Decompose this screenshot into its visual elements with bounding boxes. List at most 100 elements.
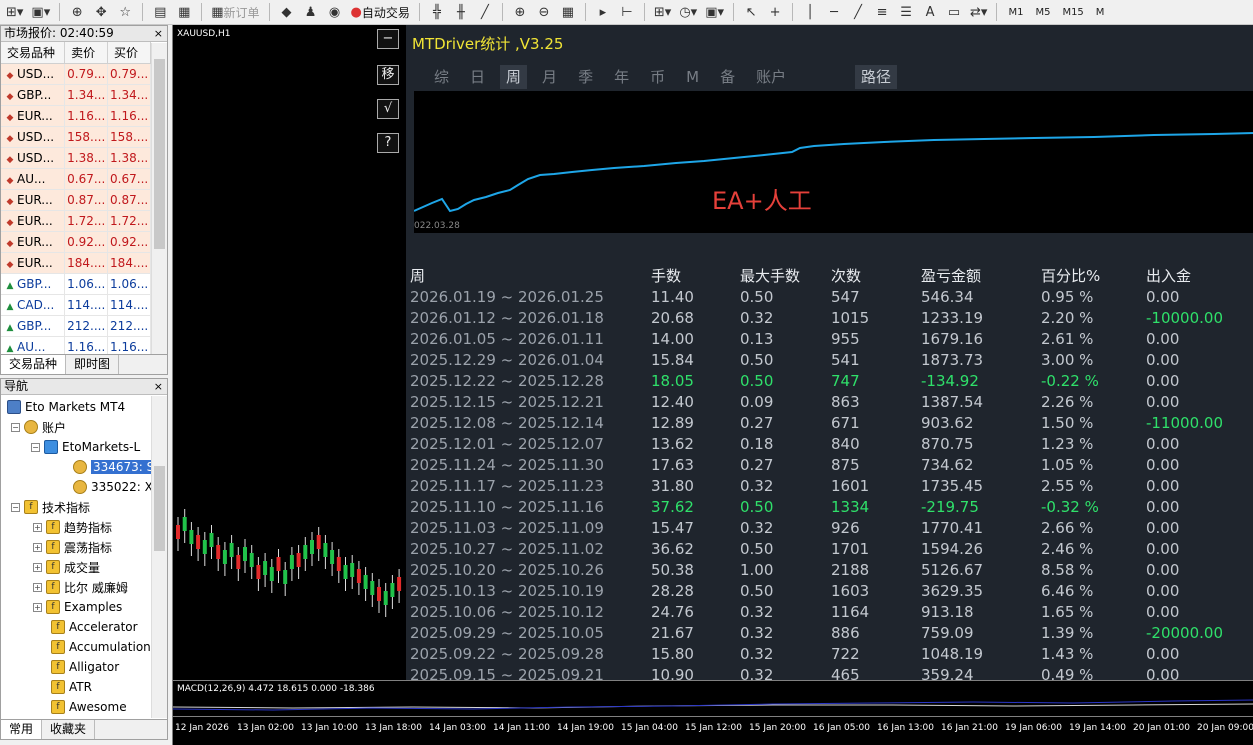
- nav-server[interactable]: − EtoMarkets-L: [31, 437, 140, 457]
- table-row[interactable]: 2026.01.19 ~ 2026.01.25 11.40 0.50 547 546.3…: [410, 286, 1253, 307]
- signals-icon[interactable]: ◉: [325, 2, 345, 22]
- new-order-button[interactable]: ▦ 新订单: [209, 2, 261, 22]
- equidistant-channel-icon[interactable]: ≡: [872, 2, 892, 22]
- table-row[interactable]: 2025.12.29 ~ 2026.01.04 15.84 0.50 541 1873.…: [410, 349, 1253, 370]
- chart-shift-icon[interactable]: ⊢: [617, 2, 637, 22]
- close-icon[interactable]: ×: [154, 379, 167, 394]
- nav-group-bill-williams[interactable]: + f 比尔 威廉姆: [33, 577, 128, 597]
- table-row[interactable]: 2025.10.06 ~ 2025.10.12 24.76 0.32 1164 913.…: [410, 601, 1253, 622]
- auto-trading-button[interactable]: ● 自动交易: [349, 2, 412, 22]
- nav-group-oscillators[interactable]: + f 震荡指标: [33, 537, 112, 557]
- market-watch-row[interactable]: ◆ USD... 1.38... 1.38...: [1, 147, 151, 169]
- table-row[interactable]: 2025.11.24 ~ 2025.11.30 17.63 0.27 875 734.6…: [410, 454, 1253, 475]
- nav-account-1[interactable]: 334673: S: [73, 457, 157, 477]
- collapse-icon[interactable]: −: [11, 502, 20, 512]
- column-header-bid[interactable]: 卖价: [64, 42, 109, 64]
- tab-symbols[interactable]: 交易品种: [1, 355, 67, 374]
- tile-windows-icon[interactable]: ▦: [558, 2, 578, 22]
- vertical-line-icon[interactable]: │: [800, 2, 820, 22]
- table-row[interactable]: 2025.10.20 ~ 2025.10.26 50.38 1.00 2188 5126…: [410, 559, 1253, 580]
- metaeditor-icon[interactable]: ◆: [277, 2, 297, 22]
- column-header-symbol[interactable]: 交易品种: [1, 42, 66, 64]
- strategy-tester-icon[interactable]: ▦: [174, 2, 194, 22]
- tab-notes[interactable]: 备: [714, 65, 741, 89]
- templates-icon[interactable]: ▣▾: [703, 2, 726, 22]
- tab-account[interactable]: 账户: [750, 65, 792, 89]
- col-count[interactable]: 次数: [831, 265, 921, 286]
- expand-icon[interactable]: +: [33, 562, 42, 572]
- market-watch-row[interactable]: ◆ USD... 158.... 158....: [1, 126, 151, 148]
- periods-icon[interactable]: ◷▾: [677, 2, 699, 22]
- nav-indicator-item[interactable]: f Accelerator: [51, 617, 138, 637]
- nav-group-trend[interactable]: + f 趋势指标: [33, 517, 112, 537]
- zoom-out-icon[interactable]: ⊖: [534, 2, 554, 22]
- col-max-lots[interactable]: 最大手数: [740, 265, 831, 286]
- nav-root[interactable]: Eto Markets MT4: [7, 397, 125, 417]
- terminal-icon[interactable]: ▤: [150, 2, 170, 22]
- market-watch-row[interactable]: ▲ GBP... 212.... 212....: [1, 315, 151, 337]
- column-header-ask[interactable]: 买价: [107, 42, 151, 64]
- table-row[interactable]: 2026.01.12 ~ 2026.01.18 20.68 0.32 1015 1233…: [410, 307, 1253, 328]
- tab-quarterly[interactable]: 季: [572, 65, 599, 89]
- collapse-icon[interactable]: −: [31, 442, 40, 452]
- col-week[interactable]: 周: [410, 265, 651, 286]
- tab-tick-chart[interactable]: 即时图: [66, 355, 120, 374]
- nav-indicators[interactable]: − f 技术指标: [11, 497, 90, 517]
- market-watch-row[interactable]: ▲ GBP... 1.06... 1.06...: [1, 273, 151, 295]
- table-row[interactable]: 2025.11.03 ~ 2025.11.09 15.47 0.32 926 1770.…: [410, 517, 1253, 538]
- table-row[interactable]: 2025.10.27 ~ 2025.11.02 36.62 0.50 1701 1594…: [410, 538, 1253, 559]
- tab-magic[interactable]: M: [680, 65, 705, 89]
- line-chart-icon[interactable]: ╱: [475, 2, 495, 22]
- tab-currency[interactable]: 币: [644, 65, 671, 89]
- crosshair-icon[interactable]: +: [765, 2, 785, 22]
- minimize-button[interactable]: −: [377, 29, 399, 49]
- macd-subwindow[interactable]: MACD(12,26,9) 4.472 18.615 0.000 -18.386: [173, 680, 1253, 716]
- expand-icon[interactable]: +: [33, 602, 42, 612]
- auto-scroll-icon[interactable]: ▸: [593, 2, 613, 22]
- expand-icon[interactable]: +: [33, 582, 42, 592]
- horizontal-line-icon[interactable]: ─: [824, 2, 844, 22]
- text-label-icon[interactable]: ▭: [944, 2, 964, 22]
- tab-daily[interactable]: 日: [464, 65, 491, 89]
- tab-summary[interactable]: 综: [428, 65, 455, 89]
- new-chart-icon[interactable]: ⊞▾: [4, 2, 25, 22]
- nav-indicator-item[interactable]: f Accumulation: [51, 637, 151, 657]
- profiles-icon[interactable]: ▣▾: [29, 2, 52, 22]
- nav-indicator-item[interactable]: f Alligator: [51, 657, 119, 677]
- table-row[interactable]: 2025.12.22 ~ 2025.12.28 18.05 0.50 747 -134.…: [410, 370, 1253, 391]
- timeframe-m30[interactable]: M: [1092, 7, 1109, 18]
- table-row[interactable]: 2025.10.13 ~ 2025.10.19 28.28 0.50 1603 3629…: [410, 580, 1253, 601]
- table-row[interactable]: 2026.01.05 ~ 2026.01.11 14.00 0.13 955 1679.…: [410, 328, 1253, 349]
- community-icon[interactable]: ♟: [301, 2, 321, 22]
- navigator-icon[interactable]: ☆: [115, 2, 135, 22]
- nav-group-volumes[interactable]: + f 成交量: [33, 557, 100, 577]
- table-row[interactable]: 2025.11.17 ~ 2025.11.23 31.80 0.32 1601 1735…: [410, 475, 1253, 496]
- nav-group-examples[interactable]: + f Examples: [33, 597, 122, 617]
- fibonacci-icon[interactable]: ☰: [896, 2, 916, 22]
- candlestick-icon[interactable]: ╫: [451, 2, 471, 22]
- tab-common[interactable]: 常用: [1, 720, 43, 739]
- nav-account-2[interactable]: 335022: X: [73, 477, 153, 497]
- text-tool-icon[interactable]: A: [920, 2, 940, 22]
- market-watch-row[interactable]: ▲ CAD... 114.... 114....: [1, 294, 151, 316]
- market-watch-icon[interactable]: ⊕: [67, 2, 87, 22]
- market-watch-row[interactable]: ◆ USD... 0.79... 0.79...: [1, 63, 151, 85]
- scrollbar-thumb[interactable]: [154, 59, 165, 249]
- market-watch-row[interactable]: ◆ GBP... 1.34... 1.34...: [1, 84, 151, 106]
- market-watch-row[interactable]: ◆ EUR... 0.87... 0.87...: [1, 189, 151, 211]
- tab-route[interactable]: 路径: [855, 65, 898, 89]
- table-row[interactable]: 2025.09.22 ~ 2025.09.28 15.80 0.32 722 1048.…: [410, 643, 1253, 664]
- expand-icon[interactable]: +: [33, 542, 42, 552]
- nav-accounts[interactable]: − 账户: [11, 417, 66, 437]
- scrollbar-thumb[interactable]: [154, 466, 165, 551]
- data-window-icon[interactable]: ✥: [91, 2, 111, 22]
- timeframe-m5[interactable]: M5: [1031, 7, 1054, 18]
- table-row[interactable]: 2025.12.15 ~ 2025.12.21 12.40 0.09 863 1387.…: [410, 391, 1253, 412]
- zoom-in-icon[interactable]: ⊕: [510, 2, 530, 22]
- trendline-icon[interactable]: ╱: [848, 2, 868, 22]
- collapse-icon[interactable]: −: [11, 422, 20, 432]
- chart-window[interactable]: XAUUSD,H1 − 移 √ ? MTDriver统计 ,V3.25 综 日 …: [172, 25, 1253, 745]
- cursor-icon[interactable]: ↖: [741, 2, 761, 22]
- timeframe-m15[interactable]: M15: [1058, 7, 1087, 18]
- timeframe-m1[interactable]: M1: [1004, 7, 1027, 18]
